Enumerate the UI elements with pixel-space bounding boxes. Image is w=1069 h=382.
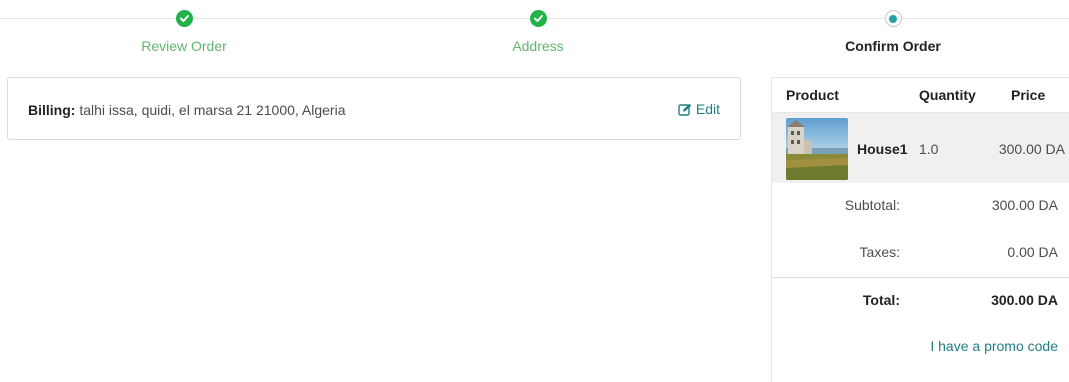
total-value: 300.00 DA	[991, 292, 1058, 308]
wizard-step-label: Confirm Order	[845, 38, 941, 54]
product-thumbnail	[786, 118, 848, 180]
subtotal-value: 300.00 DA	[991, 197, 1058, 213]
product-name: House1	[857, 141, 908, 157]
billing-address-value: talhi issa, quidi, el marsa 21 21000, Al…	[79, 102, 346, 118]
billing-label: Billing:	[28, 102, 76, 118]
summary-table-header: Product Quantity Price	[772, 78, 1069, 112]
column-header-quantity: Quantity	[919, 87, 976, 103]
edit-billing-link[interactable]: Edit	[678, 101, 720, 117]
taxes-label: Taxes:	[859, 244, 900, 260]
order-summary-panel: Product Quantity Price House1 1.0 300.00…	[771, 77, 1069, 382]
column-header-price: Price	[1011, 87, 1046, 103]
total-label: Total:	[862, 292, 900, 308]
checkout-progress-wizard: Review Order Address Confirm Order	[0, 0, 1069, 70]
taxes-value: 0.00 DA	[1007, 244, 1058, 260]
wizard-step-address[interactable]: Address	[418, 10, 658, 54]
taxes-row: Taxes: 0.00 DA	[772, 230, 1069, 277]
total-row: Total: 300.00 DA	[772, 277, 1069, 324]
billing-address-card: Billing: talhi issa, quidi, el marsa 21 …	[7, 77, 741, 140]
subtotal-label: Subtotal:	[844, 197, 900, 213]
edit-icon	[678, 103, 692, 116]
billing-address-text: Billing: talhi issa, quidi, el marsa 21 …	[28, 102, 346, 118]
product-quantity: 1.0	[919, 141, 939, 157]
promo-code-link[interactable]: I have a promo code	[930, 338, 1058, 354]
wizard-step-label: Address	[512, 38, 564, 54]
edit-link-label: Edit	[695, 101, 720, 117]
table-row: House1 1.0 300.00 DA	[772, 112, 1069, 183]
subtotal-row: Subtotal: 300.00 DA	[772, 183, 1069, 230]
wizard-step-review-order[interactable]: Review Order	[64, 10, 304, 54]
wizard-step-confirm-order: Confirm Order	[773, 10, 1013, 54]
current-step-dot-icon	[884, 10, 902, 27]
product-price: 300.00 DA	[998, 141, 1065, 157]
check-circle-icon	[175, 10, 193, 27]
column-header-product: Product	[786, 87, 839, 103]
check-circle-icon	[529, 10, 547, 27]
wizard-step-label: Review Order	[141, 38, 227, 54]
